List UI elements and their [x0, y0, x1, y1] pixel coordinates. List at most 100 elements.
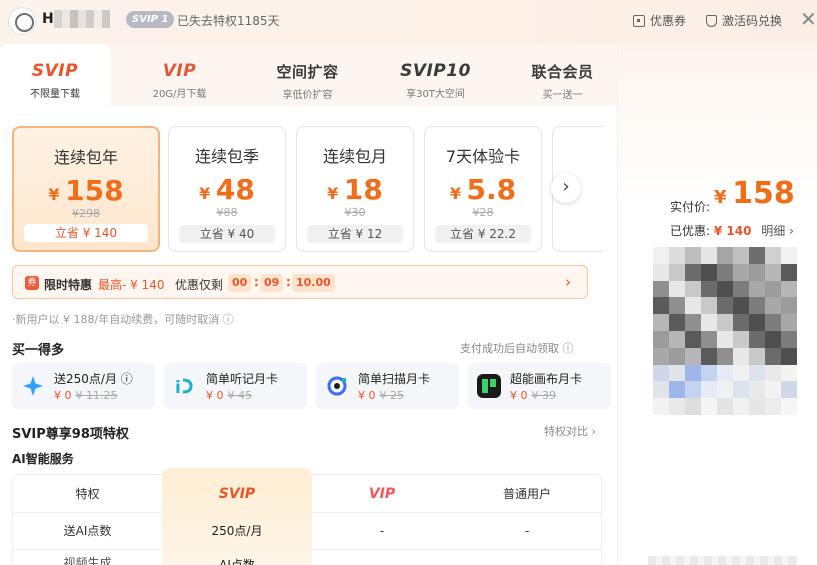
plan-card-yearly[interactable]: 连续包年 ¥ 158 ¥298 立省 ¥ 140: [12, 126, 160, 252]
plan-original-price: ¥28: [472, 206, 494, 219]
tab-storage[interactable]: 空间扩容 享低价扩容: [250, 44, 365, 106]
plan-name: 1: [553, 143, 604, 162]
plan-price: ¥ 18: [327, 173, 383, 206]
gift-item[interactable]: 简单扫描月卡 ¥ 0 ¥ 25: [316, 363, 459, 409]
username-mask: [54, 10, 110, 28]
plan-cards: 连续包年 ¥ 158 ¥298 立省 ¥ 140 连续包季 ¥ 48 ¥88 立…: [12, 126, 604, 252]
qr-pixel: [669, 347, 685, 365]
close-icon[interactable]: ✕: [800, 9, 817, 29]
qr-pixel: [717, 297, 733, 315]
qr-pixel: [749, 314, 765, 331]
next-plans-chevron-icon[interactable]: ›: [551, 173, 581, 203]
qr-pixel: [733, 364, 749, 382]
qr-pixel: [765, 297, 781, 315]
table-cell: [312, 550, 452, 565]
plan-name: 连续包季: [194, 147, 259, 166]
countdown-minutes: 09: [260, 274, 284, 292]
canvas-icon: [477, 374, 501, 398]
plan-save-badge: 立省 ¥ 12: [307, 225, 403, 243]
promo-label: 限时特惠: [44, 278, 93, 292]
tab-svip[interactable]: SVIP 不限量下载: [0, 44, 110, 106]
table-cell: -: [312, 513, 452, 550]
tab-joint-member[interactable]: 联合会员 买一送一: [505, 44, 620, 106]
table-cell: 250点/月: [211, 524, 263, 538]
countdown-seconds: 10.00: [292, 274, 335, 292]
tab-svip10[interactable]: SVIP10 享30T大空间: [378, 44, 493, 106]
plan-card-quarterly[interactable]: 连续包季 ¥ 48 ¥88 立省 ¥ 40: [168, 126, 286, 252]
plan-original-price: ¥298: [72, 207, 100, 220]
gift-item[interactable]: 超能画布月卡 ¥ 0 ¥ 39: [468, 363, 611, 409]
qr-pixel: [765, 247, 781, 264]
table-col-privilege: 特权 送AI点数 视频生成: [13, 475, 162, 565]
coupon-button[interactable]: 优惠券: [633, 12, 686, 29]
qr-pixel: [733, 263, 749, 281]
privilege-compare-link[interactable]: 特权对比 ›: [544, 423, 596, 439]
qr-pixel: [653, 330, 669, 348]
qr-pixel: [749, 280, 765, 298]
redeem-code-button[interactable]: 激活码兑换: [706, 12, 782, 29]
qr-pixel: [653, 364, 669, 382]
tab-subtitle: 享30T大空间: [406, 89, 465, 100]
countdown-hours: 00: [228, 274, 252, 292]
promo-max-discount: 最高- ¥ 140: [98, 278, 165, 292]
qr-pixel: [749, 330, 765, 348]
qr-pixel: [717, 280, 733, 298]
chevron-right-icon: ›: [565, 273, 571, 291]
qr-pixel: [733, 280, 749, 298]
qr-pixel: [653, 314, 669, 331]
buy-one-get-more-title: 买一得多: [12, 343, 65, 358]
tab-title: 空间扩容: [276, 63, 339, 81]
qr-pixel: [765, 314, 781, 331]
ai-service-heading: AI智能服务: [12, 452, 74, 466]
tab-vip[interactable]: VIP 20G/月下载: [122, 44, 237, 106]
qr-pixel: [717, 381, 733, 399]
qr-pixel: [669, 297, 685, 315]
table-header: SVIP: [218, 486, 256, 502]
discount-detail-link[interactable]: 明细 ›: [761, 224, 794, 238]
qr-pixel: [669, 263, 685, 281]
qr-pixel: [749, 364, 765, 382]
qr-pixel: [765, 330, 781, 348]
qr-pixel: [765, 280, 781, 298]
shield-icon: [706, 14, 717, 27]
qr-pixel: [781, 381, 797, 399]
plan-original-price: ¥30: [344, 206, 366, 219]
plan-price: ¥ 158: [48, 174, 124, 207]
qr-pixel: [685, 347, 701, 365]
qr-pixel: [781, 364, 797, 382]
plan-card-monthly[interactable]: 连续包月 ¥ 18 ¥30 立省 ¥ 12: [296, 126, 414, 252]
table-header: 特权: [13, 475, 162, 513]
limited-offer-bar[interactable]: 券 限时特惠 最高- ¥ 140 优惠仅剩 00 : 09 : 10.00 ›: [12, 265, 588, 299]
qr-pixel: [701, 381, 717, 399]
countdown-colon: :: [254, 275, 259, 289]
auto-renew-note: ·新用户以 ¥ 188/年自动续费，可随时取消 ⓘ: [12, 313, 234, 326]
discount-row: 已优惠: ¥ 140 明细 ›: [670, 222, 794, 239]
payment-qr-code[interactable]: [653, 247, 797, 415]
qr-pixel: [685, 381, 701, 399]
qr-pixel: [765, 364, 781, 382]
gift-name: 送250点/月 ⓘ: [54, 372, 133, 386]
qr-pixel: [685, 330, 701, 348]
qr-pixel: [685, 364, 701, 382]
qr-pixel: [653, 398, 669, 415]
avatar[interactable]: [8, 7, 36, 35]
gift-price: ¥ 0 ¥ 11.25: [54, 389, 118, 402]
qr-pixel: [781, 297, 797, 315]
svip-level-badge: SVIP 1: [126, 11, 175, 28]
plan-card-7day[interactable]: 7天体验卡 ¥ 5.8 ¥28 立省 ¥ 22.2: [424, 126, 542, 252]
gift-item[interactable]: 送250点/月 ⓘ ¥ 0 ¥ 11.25: [12, 363, 155, 409]
qr-pixel: [669, 247, 685, 264]
qr-pixel: [781, 314, 797, 331]
tab-subtitle: 买一送一: [542, 90, 583, 101]
auto-claim-hint: 支付成功后自动领取 ⓘ: [460, 342, 574, 355]
qr-pixel: [669, 280, 685, 298]
qr-pixel: [701, 398, 717, 415]
spark-icon: [21, 374, 45, 398]
svg-text:i: i: [175, 378, 181, 398]
qr-pixel: [653, 263, 669, 281]
qr-pixel: [781, 347, 797, 365]
plan-price: ¥ 5.8: [449, 173, 517, 206]
gift-item[interactable]: i 简单听记月卡 ¥ 0 ¥ 45: [164, 363, 307, 409]
qr-pixel: [685, 398, 701, 415]
tab-subtitle: 20G/月下载: [152, 89, 207, 100]
